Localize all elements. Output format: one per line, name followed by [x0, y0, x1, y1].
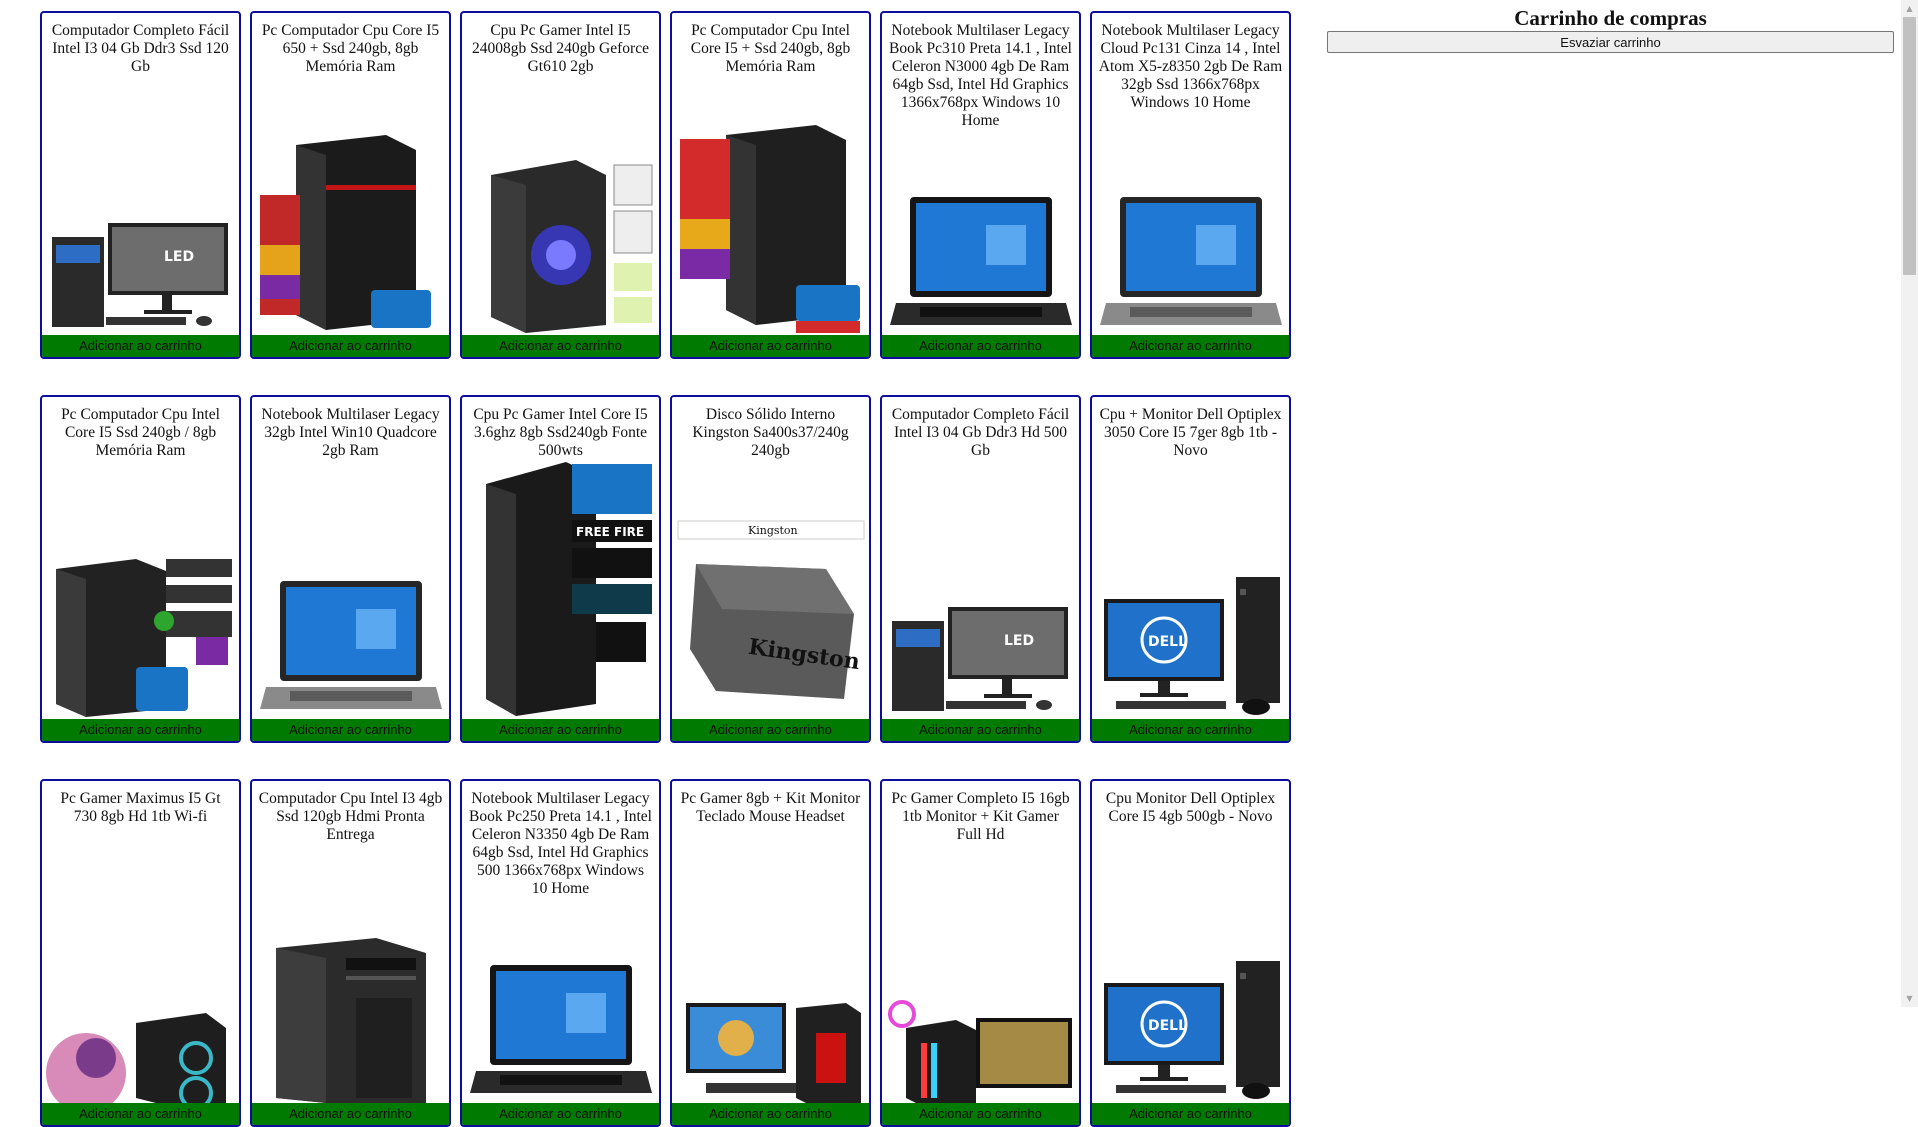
- product-card: Notebook Multilaser Legacy 32gb Intel Wi…: [250, 395, 451, 743]
- add-to-cart-button[interactable]: Adicionar ao carrinho: [882, 1103, 1079, 1125]
- product-image-laptop-gray: [1092, 150, 1289, 335]
- scroll-up-arrow-icon[interactable]: ▲: [1901, 0, 1918, 17]
- product-title: Notebook Multilaser Legacy Cloud Pc131 C…: [1098, 22, 1283, 111]
- product-title: Notebook Multilaser Legacy Book Pc310 Pr…: [889, 22, 1072, 129]
- add-to-cart-button[interactable]: Adicionar ao carrinho: [882, 719, 1079, 741]
- product-image-pc-tower-plain: [252, 918, 449, 1103]
- product-image-dell-desktop: DELL: [1092, 918, 1289, 1103]
- product-image-pc-gamer-art: [42, 918, 239, 1103]
- cart-title: Carrinho de compras: [1514, 6, 1707, 30]
- svg-text:DELL: DELL: [1148, 634, 1187, 650]
- product-title: Pc Gamer Completo I5 16gb 1tb Monitor + …: [891, 790, 1070, 843]
- scrollbar-thumb[interactable]: [1903, 17, 1916, 275]
- product-title: Computador Completo Fácil Intel I3 04 Gb…: [51, 22, 230, 75]
- add-to-cart-button[interactable]: Adicionar ao carrinho: [42, 719, 239, 741]
- product-image-desktop-monitor-kit: LED: [42, 150, 239, 335]
- product-title: Notebook Multilaser Legacy 32gb Intel Wi…: [261, 406, 440, 459]
- product-card: Notebook Multilaser Legacy Cloud Pc131 C…: [1090, 11, 1291, 359]
- product-title: Computador Completo Fácil Intel I3 04 Gb…: [891, 406, 1070, 459]
- product-card: Pc Computador Cpu Core I5 650 + Ssd 240g…: [250, 11, 451, 359]
- add-to-cart-button[interactable]: Adicionar ao carrinho: [672, 719, 869, 741]
- svg-text:LED: LED: [1004, 633, 1034, 649]
- product-image-pc-tower-games: FREE FIRE: [462, 462, 659, 719]
- product-card: Pc Computador Cpu Intel Core I5 Ssd 240g…: [40, 395, 241, 743]
- product-image-laptop-gray: [252, 534, 449, 719]
- add-to-cart-button[interactable]: Adicionar ao carrinho: [1092, 719, 1289, 741]
- product-title: Pc Gamer 8gb + Kit Monitor Teclado Mouse…: [680, 790, 861, 825]
- add-to-cart-button[interactable]: Adicionar ao carrinho: [462, 719, 659, 741]
- product-title: Cpu + Monitor Dell Optiplex 3050 Core I5…: [1099, 406, 1282, 459]
- product-card: Cpu Pc Gamer Intel Core I5 3.6ghz 8gb Ss…: [460, 395, 661, 743]
- product-title: Pc Computador Cpu Intel Core I5 + Ssd 24…: [690, 22, 851, 75]
- add-to-cart-button[interactable]: Adicionar ao carrinho: [252, 1103, 449, 1125]
- product-card: Pc Gamer Maximus I5 Gt 730 8gb Hd 1tb Wi…: [40, 779, 241, 1127]
- add-to-cart-button[interactable]: Adicionar ao carrinho: [882, 335, 1079, 357]
- svg-text:FREE FIRE: FREE FIRE: [576, 525, 644, 539]
- page-scrollbar[interactable]: ▲ ▼: [1901, 0, 1918, 1007]
- add-to-cart-button[interactable]: Adicionar ao carrinho: [672, 335, 869, 357]
- product-image-laptop-dark: [462, 918, 659, 1103]
- svg-text:Kingston: Kingston: [748, 524, 798, 537]
- product-card: Computador Cpu Intel I3 4gb Ssd 120gb Hd…: [250, 779, 451, 1127]
- product-image-pc-tower-red: [252, 135, 449, 335]
- product-image-pc-tower-gamer-blue: [462, 150, 659, 335]
- product-card: Pc Gamer 8gb + Kit Monitor Teclado Mouse…: [670, 779, 871, 1127]
- product-title: Disco Sólido Interno Kingston Sa400s37/2…: [692, 406, 849, 459]
- add-to-cart-button[interactable]: Adicionar ao carrinho: [672, 1103, 869, 1125]
- empty-cart-button[interactable]: Esvaziar carrinho: [1327, 31, 1894, 53]
- product-image-pc-gamer-kit: [672, 918, 869, 1103]
- scroll-down-arrow-icon[interactable]: ▼: [1901, 990, 1918, 1007]
- shopping-cart: Carrinho de compras Esvaziar carrinho: [1327, 5, 1894, 53]
- product-image-pc-tower-badges: [42, 534, 239, 719]
- product-card: Cpu Pc Gamer Intel I5 24008gb Ssd 240gb …: [460, 11, 661, 359]
- product-title: Notebook Multilaser Legacy Book Pc250 Pr…: [469, 790, 652, 897]
- add-to-cart-button[interactable]: Adicionar ao carrinho: [462, 1103, 659, 1125]
- product-title: Pc Computador Cpu Core I5 650 + Ssd 240g…: [261, 22, 440, 75]
- add-to-cart-button[interactable]: Adicionar ao carrinho: [42, 1103, 239, 1125]
- svg-text:LED: LED: [164, 249, 194, 265]
- product-image-dell-desktop: DELL: [1092, 534, 1289, 719]
- svg-text:DELL: DELL: [1148, 1018, 1187, 1034]
- product-card: Cpu + Monitor Dell Optiplex 3050 Core I5…: [1090, 395, 1291, 743]
- product-card: Disco Sólido Interno Kingston Sa400s37/2…: [670, 395, 871, 743]
- add-to-cart-button[interactable]: Adicionar ao carrinho: [462, 335, 659, 357]
- product-title: Pc Computador Cpu Intel Core I5 Ssd 240g…: [61, 406, 220, 459]
- product-card: Computador Completo Fácil Intel I3 04 Gb…: [880, 395, 1081, 743]
- add-to-cart-button[interactable]: Adicionar ao carrinho: [42, 335, 239, 357]
- product-card: Notebook Multilaser Legacy Book Pc250 Pr…: [460, 779, 661, 1127]
- product-title: Cpu Monitor Dell Optiplex Core I5 4gb 50…: [1105, 790, 1276, 825]
- product-card: Pc Gamer Completo I5 16gb 1tb Monitor + …: [880, 779, 1081, 1127]
- product-grid: Computador Completo Fácil Intel I3 04 Gb…: [40, 11, 1294, 1127]
- add-to-cart-button[interactable]: Adicionar ao carrinho: [252, 335, 449, 357]
- product-image-laptop-dark: [882, 150, 1079, 335]
- product-image-ssd-kingston: Kingston Kingston: [672, 520, 869, 719]
- product-image-desktop-monitor-kit: LED: [882, 534, 1079, 719]
- product-title: Pc Gamer Maximus I5 Gt 730 8gb Hd 1tb Wi…: [60, 790, 221, 825]
- add-to-cart-button[interactable]: Adicionar ao carrinho: [1092, 335, 1289, 357]
- product-image-pc-gamer-rgb: [882, 918, 1079, 1103]
- add-to-cart-button[interactable]: Adicionar ao carrinho: [252, 719, 449, 741]
- product-title: Cpu Pc Gamer Intel Core I5 3.6ghz 8gb Ss…: [473, 406, 648, 459]
- product-card: Pc Computador Cpu Intel Core I5 + Ssd 24…: [670, 11, 871, 359]
- product-card: Notebook Multilaser Legacy Book Pc310 Pr…: [880, 11, 1081, 359]
- product-image-pc-tower-specs: [672, 125, 869, 335]
- product-card: Computador Completo Fácil Intel I3 04 Gb…: [40, 11, 241, 359]
- add-to-cart-button[interactable]: Adicionar ao carrinho: [1092, 1103, 1289, 1125]
- product-title: Computador Cpu Intel I3 4gb Ssd 120gb Hd…: [258, 790, 443, 843]
- product-title: Cpu Pc Gamer Intel I5 24008gb Ssd 240gb …: [472, 22, 649, 75]
- product-card: Cpu Monitor Dell Optiplex Core I5 4gb 50…: [1090, 779, 1291, 1127]
